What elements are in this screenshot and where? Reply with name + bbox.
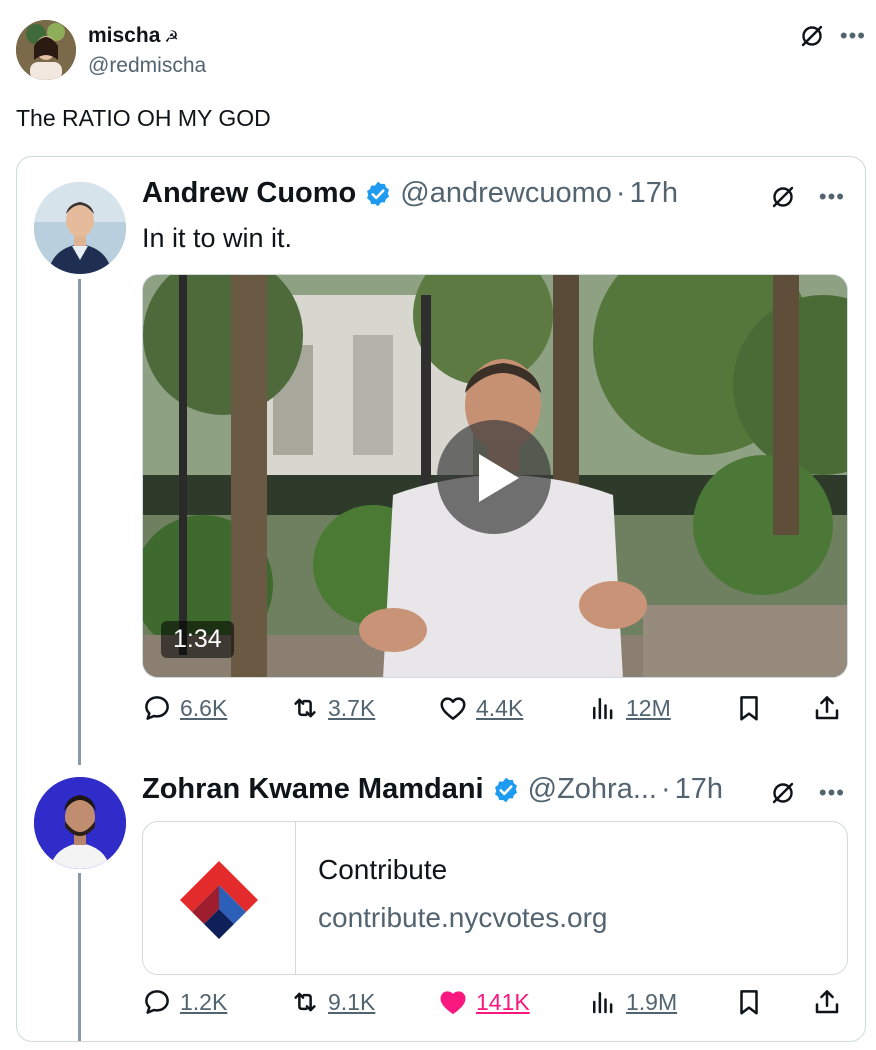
- tweet-header: Andrew Cuomo @andrewcuomo · 17h: [142, 177, 678, 210]
- tweet-actions: 6.6K 3.7K 4.4K 12M: [142, 693, 848, 733]
- share-icon: [815, 990, 839, 1014]
- grok-icon[interactable]: [798, 22, 826, 50]
- video-duration: 1:34: [161, 621, 234, 658]
- repost-icon: [294, 698, 316, 718]
- like-button[interactable]: 141K: [438, 987, 530, 1017]
- thread-connector: [78, 873, 81, 1041]
- bookmark-icon: [740, 696, 758, 721]
- share-icon: [815, 696, 839, 720]
- like-count[interactable]: 4.4K: [476, 695, 523, 722]
- quoted-thread-card[interactable]: Andrew Cuomo @andrewcuomo · 17h ••• In i…: [16, 156, 866, 1042]
- bookmark-icon: [740, 990, 758, 1015]
- thread-connector: [78, 279, 81, 765]
- repost-count[interactable]: 3.7K: [328, 695, 375, 722]
- separator-dot: ·: [661, 773, 671, 805]
- verified-badge-icon: [492, 776, 520, 804]
- author-handle[interactable]: @andrewcuomo: [400, 177, 612, 210]
- tweet-text: In it to win it.: [142, 223, 293, 253]
- play-icon: [479, 454, 519, 502]
- repost-icon: [294, 992, 316, 1012]
- tweet-header-actions: •••: [769, 779, 845, 807]
- link-preview-card[interactable]: Contribute contribute.nycvotes.org: [142, 821, 848, 975]
- avatar[interactable]: [16, 20, 76, 80]
- timestamp[interactable]: 17h: [630, 177, 678, 210]
- post-header-actions: •••: [798, 22, 866, 50]
- avatar[interactable]: [34, 182, 126, 274]
- grok-icon[interactable]: [769, 183, 797, 211]
- author-name[interactable]: mischa ☭: [88, 24, 179, 48]
- play-button[interactable]: [437, 420, 551, 534]
- reply-icon: [145, 696, 169, 720]
- post-text: The RATIO OH MY GOD: [16, 105, 271, 131]
- timestamp[interactable]: 17h: [675, 773, 723, 806]
- views-count[interactable]: 1.9M: [626, 989, 677, 1016]
- repost-button[interactable]: 9.1K: [290, 987, 375, 1017]
- reply-count[interactable]: 1.2K: [180, 989, 227, 1016]
- views-button[interactable]: 1.9M: [588, 987, 677, 1017]
- nycvotes-logo: [180, 861, 258, 939]
- tweet-actions: 1.2K 9.1K 141K 1.9M: [142, 987, 848, 1027]
- repost-button[interactable]: 3.7K: [290, 693, 375, 723]
- views-icon: [593, 698, 613, 720]
- verified-badge-icon: [364, 180, 392, 208]
- tweet-header: Zohran Kwame Mamdani @Zohra... · 17h: [142, 773, 723, 806]
- share-button[interactable]: [812, 987, 842, 1017]
- hammer-sickle-emoji: ☭: [164, 29, 179, 46]
- share-button[interactable]: [812, 693, 842, 723]
- link-url: contribute.nycvotes.org: [318, 902, 608, 933]
- heart-icon: [440, 991, 466, 1014]
- views-button[interactable]: 12M: [588, 693, 671, 723]
- like-count[interactable]: 141K: [476, 989, 530, 1016]
- heart-icon: [440, 697, 466, 720]
- reply-icon: [145, 990, 169, 1014]
- link-thumbnail: [143, 822, 296, 974]
- more-icon[interactable]: •••: [819, 186, 845, 208]
- reply-count[interactable]: 6.6K: [180, 695, 227, 722]
- views-icon: [593, 992, 613, 1014]
- author-name[interactable]: Zohran Kwame Mamdani: [142, 773, 484, 806]
- author-handle[interactable]: @redmischa: [88, 54, 206, 78]
- views-count[interactable]: 12M: [626, 695, 671, 722]
- reply-button[interactable]: 1.2K: [142, 987, 227, 1017]
- bookmark-button[interactable]: [734, 987, 764, 1017]
- grok-icon[interactable]: [769, 779, 797, 807]
- post-header: mischa ☭ @redmischa •••: [16, 18, 866, 80]
- video-player[interactable]: 1:34: [142, 274, 848, 678]
- like-button[interactable]: 4.4K: [438, 693, 523, 723]
- more-icon[interactable]: •••: [819, 782, 845, 804]
- author-name[interactable]: Andrew Cuomo: [142, 177, 356, 210]
- repost-count[interactable]: 9.1K: [328, 989, 375, 1016]
- tweet-header-actions: •••: [769, 183, 845, 211]
- avatar[interactable]: [34, 777, 126, 869]
- reply-button[interactable]: 6.6K: [142, 693, 227, 723]
- author-handle[interactable]: @Zohra...: [528, 773, 657, 806]
- bookmark-button[interactable]: [734, 693, 764, 723]
- separator-dot: ·: [615, 177, 626, 209]
- more-icon[interactable]: •••: [840, 25, 866, 47]
- link-title: Contribute: [318, 854, 448, 885]
